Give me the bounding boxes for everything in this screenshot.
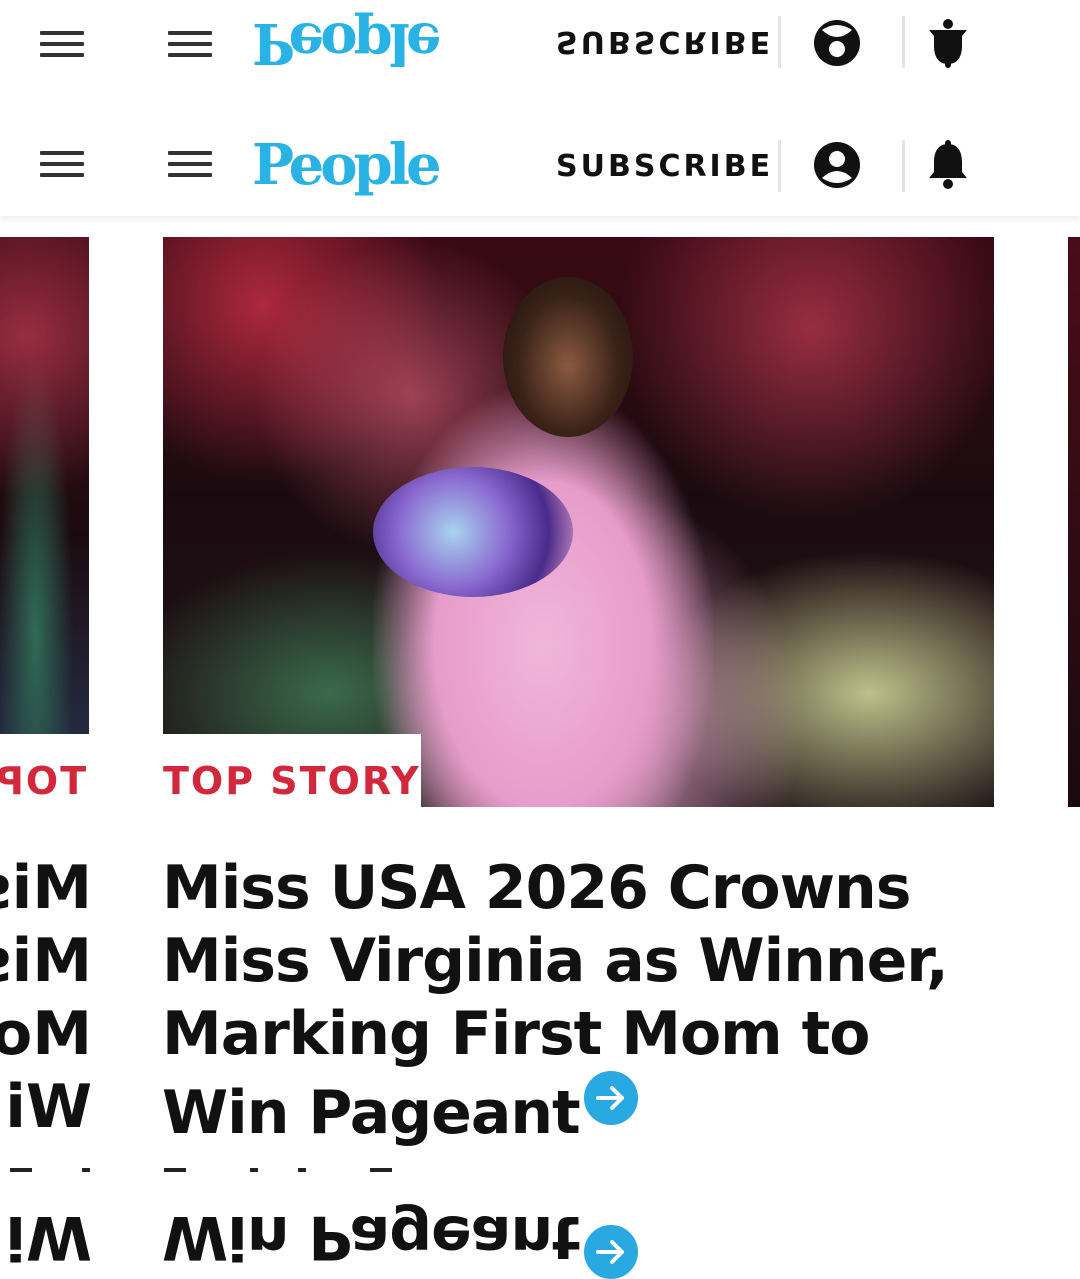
bell-icon[interactable]: [926, 140, 970, 190]
divider: [778, 16, 781, 68]
arrow-right-circle-icon: [583, 1225, 638, 1279]
arrow-right-circle-icon[interactable]: [583, 1071, 638, 1125]
bell-icon: [929, 19, 967, 68]
subscribe-button[interactable]: SUBSCRIBE: [556, 149, 773, 184]
account-icon: [814, 20, 860, 66]
divider: [902, 140, 905, 192]
adjacent-headline-reflection: Wi: [5, 1202, 92, 1272]
menu-button[interactable]: [168, 151, 212, 181]
reflection-fragments: [10, 1168, 392, 1172]
account-icon[interactable]: [812, 140, 862, 190]
logo: People: [252, 10, 438, 76]
top-story-label: TOP STORY: [163, 759, 421, 803]
hamburger-icon: [40, 27, 84, 57]
adjacent-story-label: TOP: [0, 759, 87, 803]
image-subject-head: [503, 277, 633, 437]
menu-button[interactable]: [40, 151, 84, 181]
adjacent-story-image[interactable]: [0, 237, 89, 734]
image-bouquet: [373, 467, 573, 597]
image-subject: [373, 387, 713, 807]
adjacent-story-headline[interactable]: Miss Miss Mo Wi: [0, 852, 92, 1144]
top-story-image[interactable]: [163, 237, 994, 807]
top-story-headline[interactable]: Miss USA 2026 Crowns Miss Virginia as Wi…: [162, 852, 962, 1150]
site-header: People SUBSCRIBE: [0, 116, 1080, 216]
next-story-image[interactable]: [1068, 237, 1080, 807]
headline-reflection: Win Pageant: [162, 1200, 638, 1279]
divider: [902, 16, 905, 68]
divider: [778, 140, 781, 192]
header-reflection: People SUBSCRIBE: [0, 0, 1080, 92]
people-logo[interactable]: People: [252, 130, 442, 200]
subscribe-link: SUBSCRIBE: [556, 24, 774, 59]
hamburger-icon: [168, 27, 212, 57]
